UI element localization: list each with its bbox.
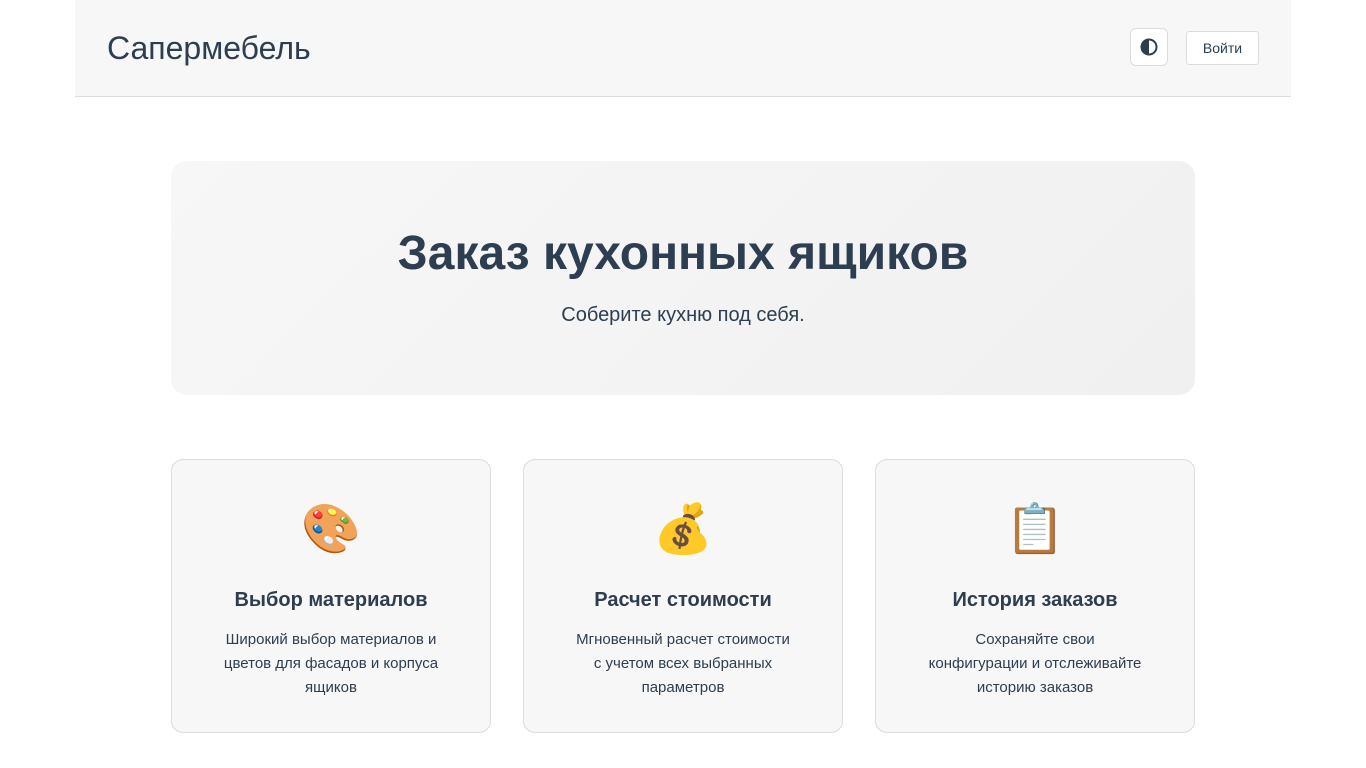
feature-description: Широкий выбор материалов и цветов для фа… xyxy=(223,631,439,696)
feature-title: Расчет стоимости xyxy=(594,589,772,611)
login-button[interactable]: Войти xyxy=(1186,31,1259,65)
money-bag-icon: 💰 xyxy=(653,503,713,556)
brand-logo-link[interactable]: Сапермебель xyxy=(107,28,311,68)
feature-description: Сохраняйте свои конфигурации и отслежива… xyxy=(928,631,1142,696)
theme-toggle-button[interactable] xyxy=(1130,28,1168,66)
half-circle-contrast-icon xyxy=(1140,38,1158,56)
feature-title: История заказов xyxy=(952,589,1118,611)
hero-subtitle: Соберите кухню под себя. xyxy=(561,304,805,326)
page-title: Заказ кухонных ящиков xyxy=(397,227,969,280)
feature-title: Выбор материалов xyxy=(234,589,428,611)
feature-description: Мгновенный расчет стоимости с учетом все… xyxy=(576,631,790,696)
hero-section: Заказ кухонных ящиков Соберите кухню под… xyxy=(171,161,1195,395)
feature-card-pricing: 💰 Расчет стоимости Мгновенный расчет сто… xyxy=(523,459,843,733)
site-header: Сапермебель Войти xyxy=(75,0,1291,97)
palette-icon: 🎨 xyxy=(301,503,361,556)
feature-card-materials: 🎨 Выбор материалов Широкий выбор материа… xyxy=(171,459,491,733)
clipboard-icon: 📋 xyxy=(1005,503,1065,556)
feature-card-history: 📋 История заказов Сохраняйте свои конфиг… xyxy=(875,459,1195,733)
